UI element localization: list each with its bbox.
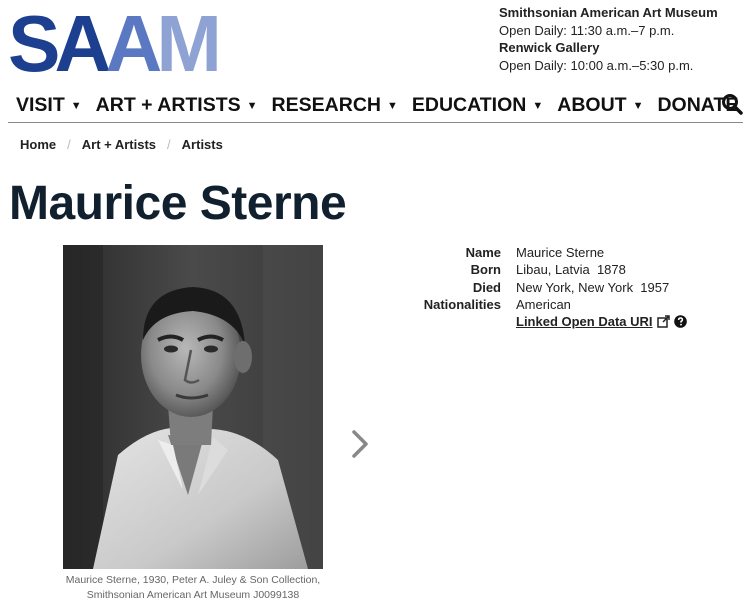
detail-label: Name [465,245,501,260]
detail-row-nationalities: Nationalities American [400,296,687,313]
detail-label: Nationalities [423,296,501,312]
breadcrumb-separator: / [67,137,71,152]
museum-hours: Smithsonian American Art Museum Open Dai… [499,4,718,74]
nav-about[interactable]: ABOUT ▼ [557,94,643,117]
breadcrumb-home[interactable]: Home [20,137,56,152]
nav-education-label: EDUCATION [411,93,527,116]
nav-about-label: ABOUT [557,93,627,116]
caret-down-icon: ▼ [386,100,398,112]
nav-divider [8,122,743,123]
detail-value: Maurice Sterne [516,245,605,260]
caret-down-icon: ▼ [532,100,544,112]
detail-row-died: Died New York, New York 1957 [400,279,687,296]
breadcrumb: Home / Art + Artists / Artists [20,137,223,152]
external-link-icon[interactable] [656,315,670,328]
detail-label: Died [472,279,501,295]
nav-art-artists-label: ART + ARTISTS [95,93,241,116]
chevron-right-icon[interactable] [350,428,370,460]
detail-row-lod: Linked Open Data URI [400,313,687,330]
nav-research[interactable]: RESEARCH ▼ [272,94,398,117]
nav-education[interactable]: EDUCATION ▼ [412,94,543,117]
caret-down-icon: ▼ [632,100,644,112]
svg-text:SAAM: SAAM [8,6,217,76]
detail-value: Libau, Latvia 1878 [516,262,626,278]
search-icon[interactable] [721,93,743,115]
museum-name-renwick: Renwick Gallery [499,40,600,55]
lod-value: Linked Open Data URI [516,313,687,330]
main-nav: VISIT ▼ ART + ARTISTS ▼ RESEARCH ▼ EDUCATIO… [8,88,745,122]
detail-label: Born [470,262,501,278]
caret-down-icon: ▼ [246,100,258,112]
artist-details: Name Maurice Sterne Born Libau, Latvia 1… [400,244,687,330]
nav-visit-label: VISIT [16,93,65,116]
page-title: Maurice Sterne [9,177,347,230]
caption-line-1: Maurice Sterne, 1930, Peter A. Juley & S… [65,574,321,586]
detail-value: New York, New York 1957 [516,279,670,295]
detail-value: American [516,296,571,312]
saam-logo[interactable]: SAAM [8,6,220,76]
museum-hours-saam: Open Daily: 11:30 a.m.–7 p.m. [499,22,675,38]
artist-portrait-image[interactable] [63,245,323,569]
museum-hours-renwick: Open Daily: 10:00 a.m.–5:30 p.m. [499,57,694,73]
image-caption: Maurice Sterne, 1930, Peter A. Juley & S… [58,573,328,603]
nav-visit[interactable]: VISIT ▼ [16,94,82,117]
detail-label-empty [400,313,501,330]
detail-row-born: Born Libau, Latvia 1878 [400,261,687,278]
help-icon[interactable] [673,315,687,328]
nav-research-label: RESEARCH [271,93,381,116]
detail-row-name: Name Maurice Sterne [400,244,687,261]
breadcrumb-artists[interactable]: Artists [182,137,223,152]
museum-name-saam: Smithsonian American Art Museum [499,5,718,20]
nav-art-artists[interactable]: ART + ARTISTS ▼ [96,94,258,117]
breadcrumb-art-artists[interactable]: Art + Artists [82,137,156,152]
caption-line-2: Smithsonian American Art Museum J0099138 [86,589,300,601]
caret-down-icon: ▼ [70,100,82,112]
breadcrumb-separator: / [167,137,171,152]
linked-open-data-link[interactable]: Linked Open Data URI [516,314,653,329]
